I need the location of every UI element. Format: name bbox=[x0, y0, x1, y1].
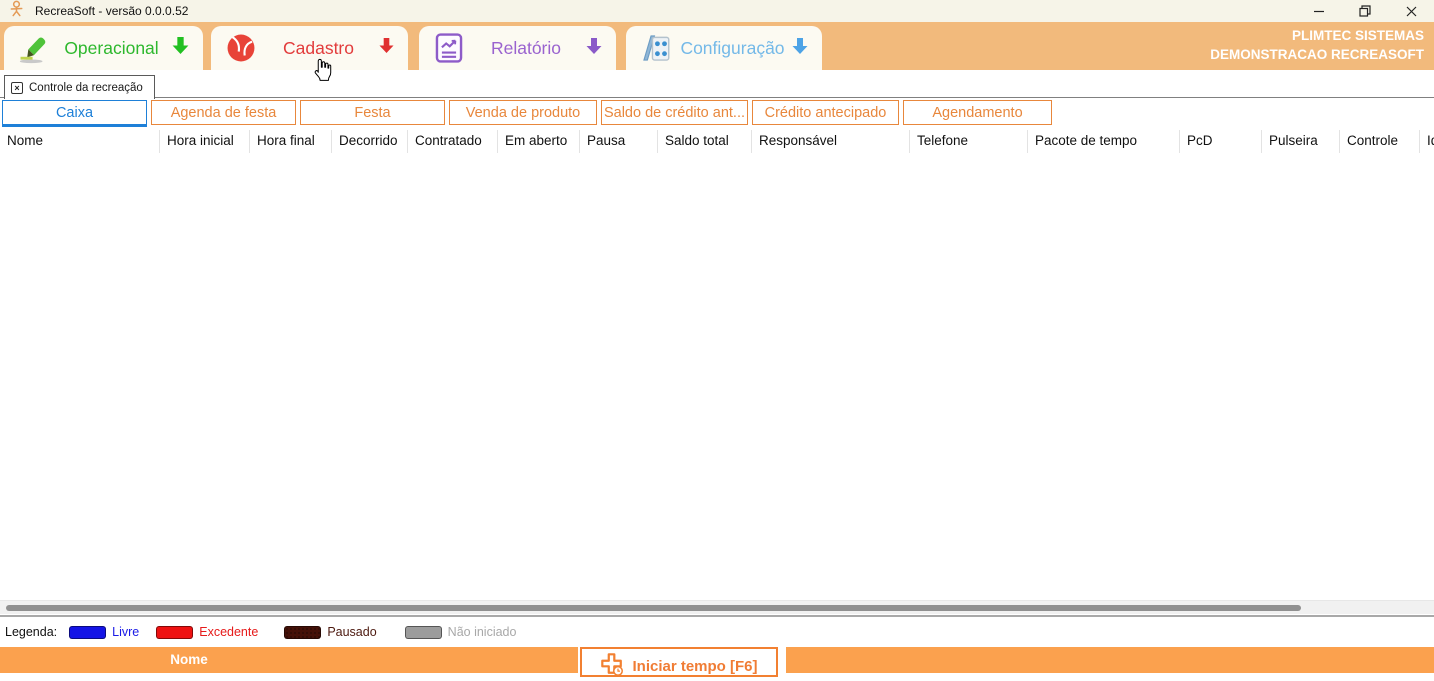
footer-nome-label: Nome bbox=[0, 652, 378, 667]
tab-controle-da-recreacao[interactable]: × Controle da recreação bbox=[4, 75, 155, 99]
ball-icon bbox=[224, 31, 258, 65]
subtab-caixa[interactable]: Caixa bbox=[2, 100, 147, 127]
divider-line bbox=[0, 615, 1434, 617]
col-pulseira[interactable]: Pulseira bbox=[1262, 130, 1340, 153]
legend-bar: Legenda: Livre Excedente Pausado Não ini… bbox=[0, 618, 1434, 646]
close-icon[interactable] bbox=[1388, 0, 1434, 22]
operacional-button[interactable]: Operacional bbox=[4, 26, 203, 70]
footer-left-panel: Nome bbox=[0, 647, 578, 673]
subtab-festa[interactable]: Festa bbox=[300, 100, 445, 125]
report-chart-icon bbox=[432, 31, 466, 65]
col-hora-final[interactable]: Hora final bbox=[250, 130, 332, 153]
pausado-label: Pausado bbox=[327, 625, 376, 639]
iniciar-tempo-label: Iniciar tempo [F6] bbox=[632, 650, 757, 675]
col-hora-inicial[interactable]: Hora inicial bbox=[160, 130, 250, 153]
brand-text: PLIMTEC SISTEMAS DEMONSTRACAO RECREASOFT bbox=[1210, 26, 1424, 64]
horizontal-scrollbar[interactable] bbox=[0, 600, 1434, 614]
grid-body-empty bbox=[0, 153, 1434, 600]
col-id[interactable]: Id bbox=[1420, 130, 1434, 153]
highlighter-icon bbox=[17, 31, 51, 65]
document-tabstrip: × Controle da recreação bbox=[0, 70, 1434, 98]
section-buttons-row: Caixa Agenda de festa Festa Venda de pro… bbox=[2, 100, 1052, 129]
pausado-color-swatch bbox=[284, 626, 321, 639]
window-controls bbox=[1296, 0, 1434, 22]
livre-color-swatch bbox=[69, 626, 106, 639]
relatorio-label: Relatório bbox=[466, 38, 586, 59]
cadastro-label: Cadastro bbox=[258, 38, 379, 59]
col-decorrido[interactable]: Decorrido bbox=[332, 130, 408, 153]
brand-line2: DEMONSTRACAO RECREASOFT bbox=[1210, 45, 1424, 64]
tab-label: Controle da recreação bbox=[29, 82, 143, 94]
nao-iniciado-label: Não iniciado bbox=[448, 625, 517, 639]
title-bar: RecreaSoft - versão 0.0.0.52 bbox=[0, 0, 1434, 22]
legend-item-excedente: Excedente bbox=[156, 625, 258, 639]
configuracao-label: Configuração bbox=[673, 38, 792, 59]
legend-title: Legenda: bbox=[5, 625, 57, 639]
tab-close-icon[interactable]: × bbox=[11, 82, 23, 94]
subtab-credito-antecipado[interactable]: Crédito antecipado bbox=[752, 100, 899, 125]
add-time-plus-icon bbox=[600, 652, 624, 681]
scrollbar-thumb[interactable] bbox=[6, 605, 1301, 611]
minimize-icon[interactable] bbox=[1296, 0, 1342, 22]
col-controle[interactable]: Controle bbox=[1340, 130, 1420, 153]
col-nome[interactable]: Nome bbox=[0, 130, 160, 153]
col-pacote-de-tempo[interactable]: Pacote de tempo bbox=[1028, 130, 1180, 153]
configuracao-button[interactable]: Configuração bbox=[626, 26, 822, 70]
cadastro-button[interactable]: Cadastro bbox=[211, 26, 408, 70]
subtab-saldo-de-credito[interactable]: Saldo de crédito ant... bbox=[601, 100, 748, 125]
excedente-label: Excedente bbox=[199, 625, 258, 639]
footer-right-panel bbox=[786, 647, 1434, 673]
subtab-venda-de-produto[interactable]: Venda de produto bbox=[449, 100, 597, 125]
footer-bar: Nome Iniciar tempo [F6] bbox=[0, 647, 1434, 673]
domino-icon bbox=[639, 31, 673, 65]
subtab-agenda-de-festa[interactable]: Agenda de festa bbox=[151, 100, 296, 125]
col-pcd[interactable]: PcD bbox=[1180, 130, 1262, 153]
subtab-agendamento[interactable]: Agendamento bbox=[903, 100, 1052, 125]
col-contratado[interactable]: Contratado bbox=[408, 130, 498, 153]
col-telefone[interactable]: Telefone bbox=[910, 130, 1028, 153]
gingerbread-app-icon bbox=[8, 0, 25, 22]
configuracao-down-arrow-icon bbox=[792, 37, 808, 60]
legend-item-livre: Livre bbox=[69, 625, 139, 639]
col-em-aberto[interactable]: Em aberto bbox=[498, 130, 580, 153]
livre-label: Livre bbox=[112, 625, 139, 639]
col-pausa[interactable]: Pausa bbox=[580, 130, 658, 153]
relatorio-button[interactable]: Relatório bbox=[419, 26, 616, 70]
operacional-down-arrow-icon bbox=[172, 36, 189, 60]
excedente-color-swatch bbox=[156, 626, 193, 639]
grid-header-row: Nome Hora inicial Hora final Decorrido C… bbox=[0, 130, 1434, 153]
window-title: RecreaSoft - versão 0.0.0.52 bbox=[35, 4, 188, 18]
main-toolbar: Operacional Cadastro Relatório bbox=[0, 22, 1434, 70]
brand-line1: PLIMTEC SISTEMAS bbox=[1210, 26, 1424, 45]
restore-icon[interactable] bbox=[1342, 0, 1388, 22]
relatorio-down-arrow-icon bbox=[586, 37, 602, 60]
nao-iniciado-color-swatch bbox=[405, 626, 442, 639]
col-responsavel[interactable]: Responsável bbox=[752, 130, 910, 153]
legend-item-nao-iniciado: Não iniciado bbox=[405, 625, 517, 639]
legend-item-pausado: Pausado bbox=[284, 625, 376, 639]
cadastro-down-arrow-icon bbox=[379, 37, 394, 59]
col-saldo-total[interactable]: Saldo total bbox=[658, 130, 752, 153]
operacional-label: Operacional bbox=[51, 38, 172, 59]
